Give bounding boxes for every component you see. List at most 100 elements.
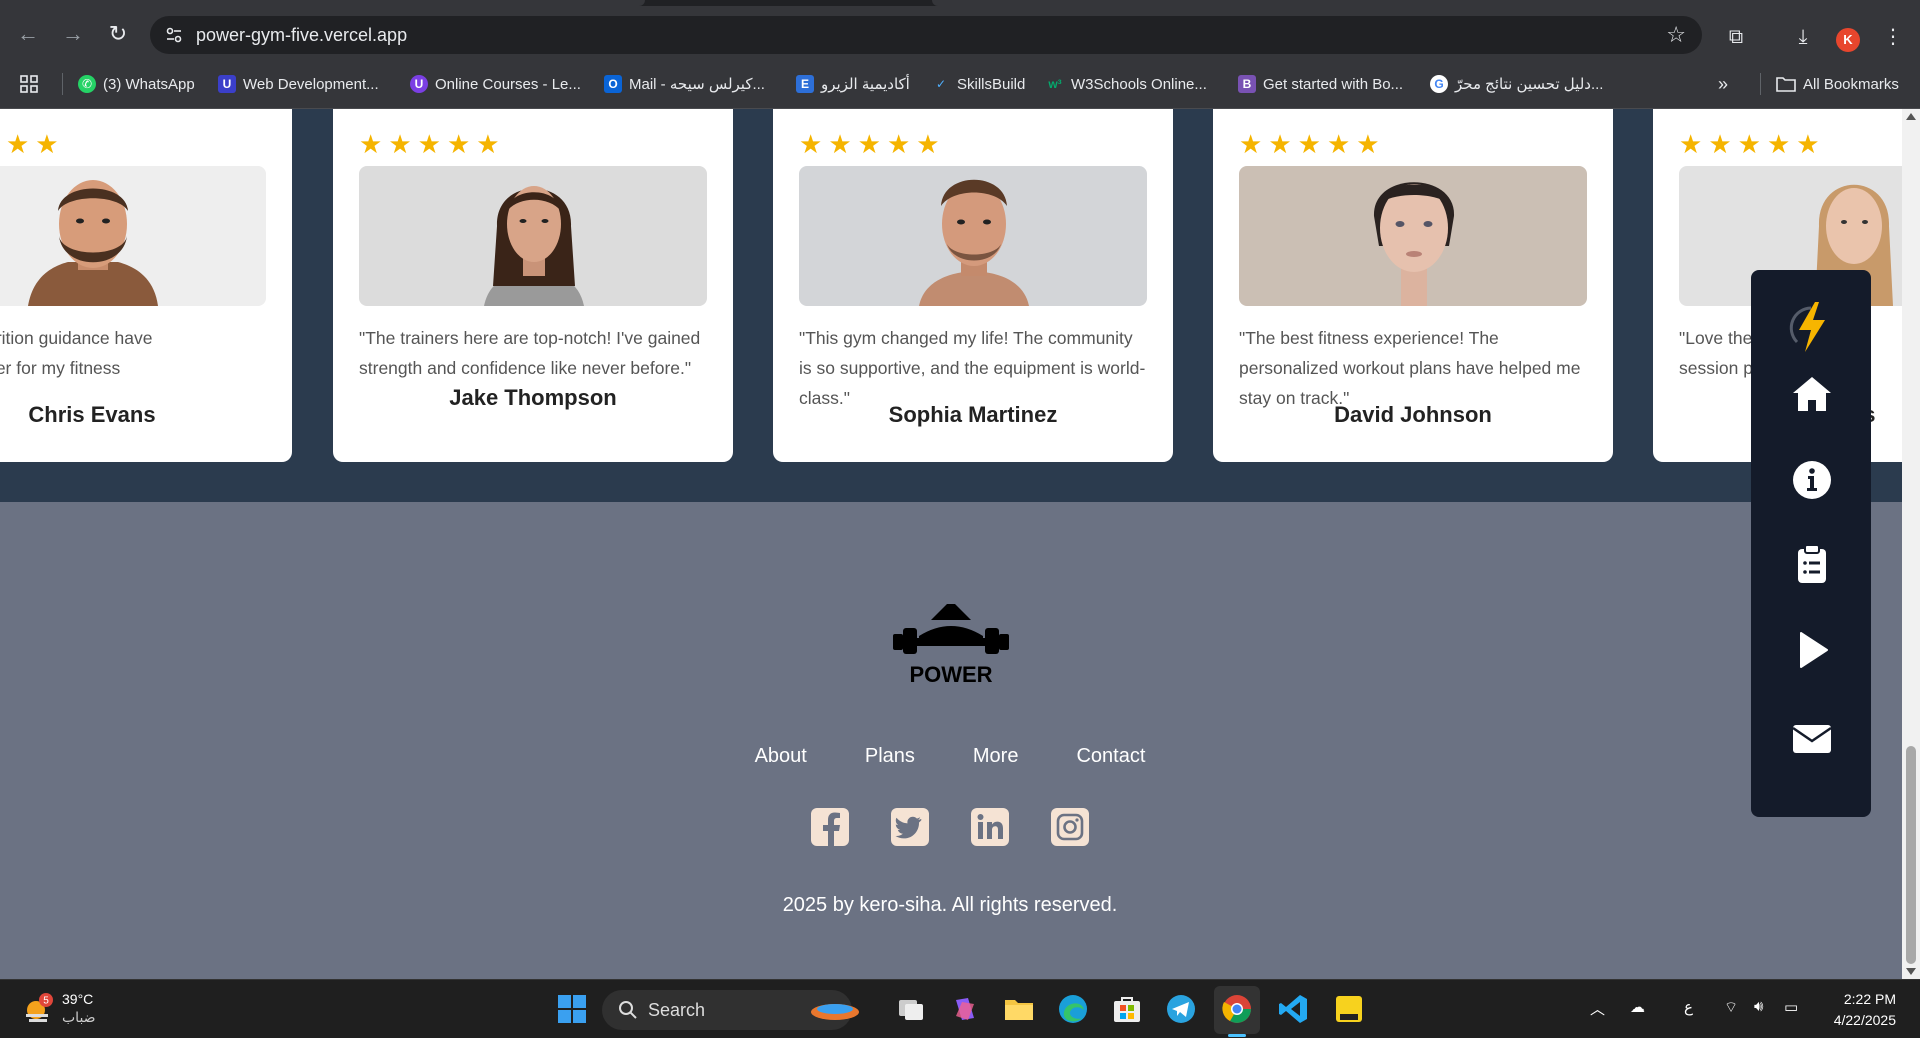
star-icon: ★ <box>5 129 30 159</box>
bookmark-w3schools[interactable]: w³ W3Schools Online... <box>1046 73 1207 95</box>
power-logo[interactable]: POWER <box>891 602 1011 692</box>
lightning-icon[interactable] <box>1787 298 1835 356</box>
windows-start-icon[interactable] <box>555 992 589 1026</box>
star-rating: ★★★★★ <box>1679 131 1820 157</box>
instagram-icon[interactable] <box>1050 807 1090 847</box>
taskbar-clock[interactable]: 2:22 PM 4/22/2025 <box>1834 989 1896 1031</box>
microsoft-store-icon[interactable] <box>1110 992 1144 1026</box>
input-language[interactable]: ع <box>1684 998 1693 1016</box>
profile-avatar[interactable]: K <box>1836 28 1860 52</box>
facebook-icon[interactable] <box>810 807 850 847</box>
windows-taskbar: 5 39°C ضباب Search ︿ ☁ ع ⌔ 🔊︎ ▭ 2:22 PM … <box>0 979 1920 1038</box>
forward-icon[interactable]: → <box>59 20 87 48</box>
telegram-icon[interactable] <box>1164 992 1198 1026</box>
taskbar-search[interactable]: Search <box>602 990 859 1030</box>
all-bookmarks-button[interactable]: All Bookmarks <box>1776 73 1899 95</box>
scrollbar-thumb[interactable] <box>1906 746 1916 964</box>
bookmark-label: أكاديمية الزيرو <box>821 76 910 93</box>
home-icon[interactable] <box>1791 373 1833 415</box>
tray-chevron-icon[interactable]: ︿ <box>1590 998 1605 1019</box>
star-icon: ★ <box>417 129 441 159</box>
wifi-icon[interactable]: ⌔ <box>1724 998 1738 1017</box>
search-highlight-icon <box>811 1004 859 1020</box>
chrome-icon[interactable] <box>1220 992 1254 1026</box>
footer-link-about[interactable]: About <box>755 745 807 768</box>
star-icon: ★ <box>1796 129 1820 159</box>
bookmark-zero-academy[interactable]: E أكاديمية الزيرو <box>796 73 910 95</box>
battery-icon[interactable]: ▭ <box>1784 998 1798 1016</box>
e-icon: E <box>796 75 814 93</box>
apps-grid-icon[interactable] <box>20 73 38 95</box>
star-icon: ★ <box>1239 129 1263 159</box>
testimonial-quote: "The trainers here are top-notch! I've g… <box>359 328 701 378</box>
search-label: Search <box>648 1000 706 1020</box>
address-bar[interactable]: power-gym-five.vercel.app ☆ <box>150 16 1702 54</box>
udemy-icon: U <box>410 75 428 93</box>
copyright-text: 2025 by kero-siha. All rights reserved. <box>782 894 1118 916</box>
bookmarks-bar: ✆ (3) WhatsApp U Web Development... U On… <box>0 60 1920 109</box>
menu-kebab-icon[interactable]: ⋮ <box>1880 24 1906 50</box>
site-settings-icon[interactable] <box>164 25 184 45</box>
url-text[interactable]: power-gym-five.vercel.app <box>196 25 407 46</box>
star-rating: ★★★★★ <box>0 131 59 157</box>
bookmark-google-guide[interactable]: G دليل تحسين نتائج محرّ... <box>1430 73 1603 95</box>
info-icon[interactable] <box>1791 459 1833 501</box>
member-photo <box>799 166 1147 306</box>
bookmark-star-icon[interactable]: ☆ <box>1666 22 1686 48</box>
file-explorer-icon[interactable] <box>1002 992 1036 1026</box>
site-footer: POWER About Plans More Contact 2025 by k… <box>0 502 1902 979</box>
search-icon <box>619 1001 637 1019</box>
footer-link-plans[interactable]: Plans <box>865 745 915 768</box>
web-dev-icon: U <box>218 75 236 93</box>
page-scrollbar[interactable] <box>1902 109 1920 979</box>
weather-sun-icon: 5 <box>26 993 53 1022</box>
bookmark-whatsapp[interactable]: ✆ (3) WhatsApp <box>78 73 195 95</box>
extensions-icon[interactable]: ⧉ <box>1723 24 1749 50</box>
onedrive-icon[interactable]: ☁ <box>1630 998 1645 1016</box>
task-view-icon[interactable] <box>894 992 928 1026</box>
linkedin-icon[interactable] <box>970 807 1010 847</box>
twitter-icon[interactable] <box>890 807 930 847</box>
star-icon: ★ <box>886 129 911 159</box>
testimonial-card: ★★★★★ rs and nutrition guidance have me-… <box>0 109 292 462</box>
footer-link-more[interactable]: More <box>973 745 1019 768</box>
more-bookmarks-chevron-icon[interactable]: » <box>1718 73 1728 95</box>
footer-link-contact[interactable]: Contact <box>1076 745 1145 768</box>
star-icon: ★ <box>1356 129 1380 159</box>
bookmark-online-courses[interactable]: U Online Courses - Le... <box>410 73 581 95</box>
copilot-icon[interactable] <box>948 992 982 1026</box>
envelope-icon[interactable] <box>1791 717 1833 759</box>
bookmark-label: Mail - كيرلس سيحه... <box>629 76 765 93</box>
bookmark-mail[interactable]: O Mail - كيرلس سيحه... <box>604 73 765 95</box>
testimonial-quote: "The best fitness experience! The person… <box>1239 328 1581 408</box>
star-icon: ★ <box>828 129 852 159</box>
browser-toolbar: ← → ↻ power-gym-five.vercel.app ☆ ⧉ ⤓ K … <box>0 6 1920 60</box>
divider <box>1760 73 1761 95</box>
play-icon[interactable] <box>1791 629 1833 671</box>
star-icon: ★ <box>35 129 59 159</box>
weather-widget[interactable]: 5 39°C ضباب <box>22 990 96 1026</box>
star-rating: ★★★★★ <box>1239 131 1380 157</box>
bookmark-web-development[interactable]: U Web Development... <box>218 73 379 95</box>
weather-badge: 5 <box>43 996 49 1007</box>
back-icon[interactable]: ← <box>14 20 42 48</box>
bookmark-bootstrap[interactable]: B Get started with Bo... <box>1238 73 1403 95</box>
testimonial-name: Sophia Martinez <box>888 402 1058 427</box>
testimonials-section: ★★★★★ rs and nutrition guidance have me-… <box>0 109 1902 502</box>
folder-icon <box>1776 77 1796 92</box>
star-icon: ★ <box>1297 129 1321 159</box>
bootstrap-icon: B <box>1238 75 1256 93</box>
star-icon: ★ <box>857 129 881 159</box>
bookmark-skillsbuild[interactable]: ✓ SkillsBuild <box>932 73 1025 95</box>
scroll-down-arrow-icon[interactable] <box>1906 968 1916 975</box>
download-icon[interactable]: ⤓ <box>1790 24 1816 50</box>
edge-icon[interactable] <box>1056 992 1090 1026</box>
floating-side-nav <box>1751 270 1871 817</box>
vscode-icon[interactable] <box>1276 992 1310 1026</box>
scroll-up-arrow-icon[interactable] <box>1906 113 1916 120</box>
clipboard-list-icon[interactable] <box>1791 543 1833 585</box>
reload-icon[interactable]: ↻ <box>104 20 132 48</box>
volume-icon[interactable]: 🔊︎ <box>1754 998 1763 1015</box>
player-app-icon[interactable] <box>1332 992 1366 1026</box>
testimonial-name: David Johnson <box>1334 402 1492 427</box>
